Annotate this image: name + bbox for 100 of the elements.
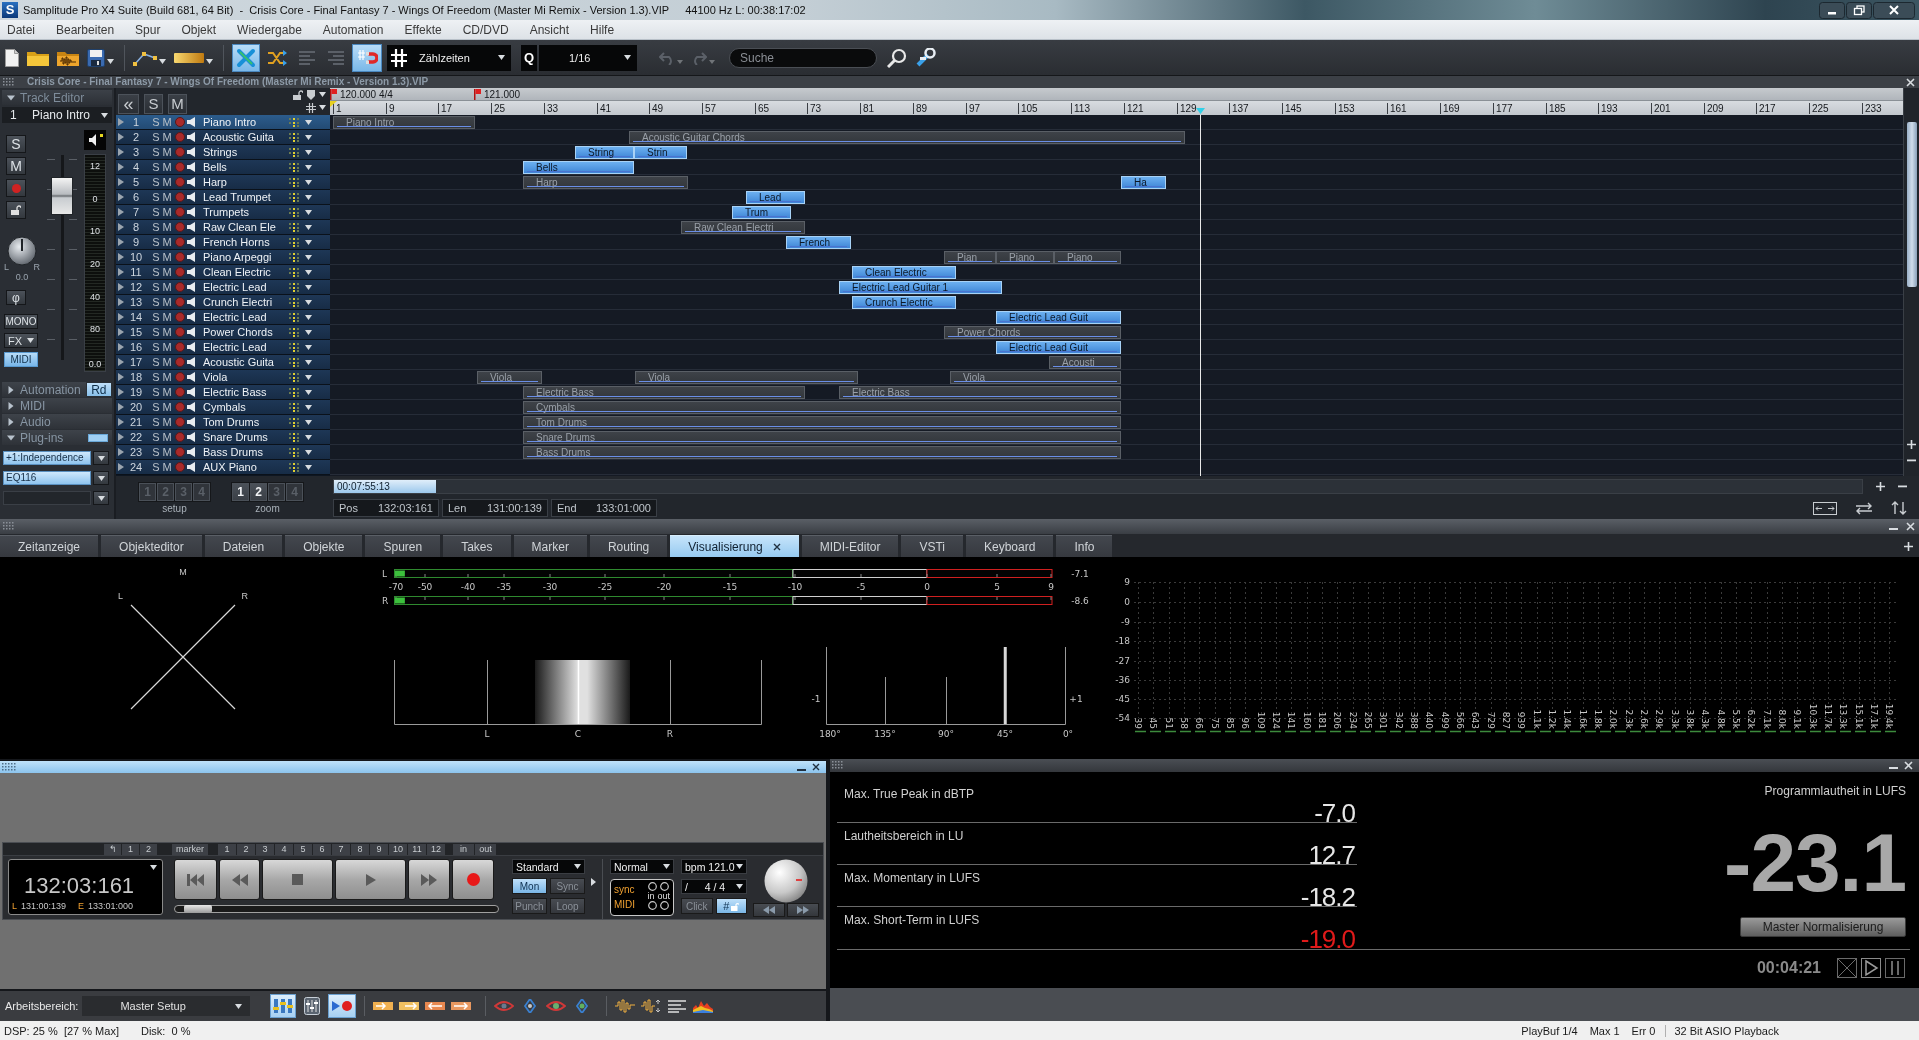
menu-item[interactable]: Objekt bbox=[175, 22, 223, 37]
caret-icon[interactable] bbox=[235, 1003, 243, 1009]
solo-button[interactable]: S bbox=[151, 145, 161, 159]
punch-in-button[interactable]: in bbox=[453, 843, 474, 855]
caret-icon[interactable] bbox=[305, 119, 312, 125]
track-header[interactable]: 24 S M AUX Piano bbox=[116, 460, 330, 475]
marker-button[interactable]: 12 bbox=[427, 843, 445, 855]
clip[interactable]: Trum bbox=[732, 206, 791, 219]
level-dots-icon[interactable] bbox=[288, 446, 300, 458]
play-icon[interactable] bbox=[1861, 958, 1881, 978]
caret-icon[interactable] bbox=[305, 419, 312, 425]
section-header[interactable]: Automation Rd bbox=[2, 382, 112, 397]
tab[interactable]: Info bbox=[1056, 535, 1113, 557]
waveform-arrows-icon[interactable] bbox=[641, 999, 662, 1014]
spectrum-icon[interactable] bbox=[693, 999, 714, 1014]
caret-icon[interactable] bbox=[107, 59, 114, 64]
vertical-scrollbar[interactable] bbox=[1903, 88, 1919, 476]
mute-button[interactable]: M bbox=[162, 115, 172, 129]
position-slider[interactable] bbox=[174, 905, 499, 913]
track-header[interactable]: 4 S M Bells bbox=[116, 160, 330, 175]
zoom-preset-button[interactable]: 2 bbox=[250, 483, 267, 501]
caret-icon[interactable] bbox=[27, 338, 34, 343]
caret-icon[interactable] bbox=[305, 269, 312, 275]
pause-icon[interactable] bbox=[1885, 958, 1905, 978]
level-dots-icon[interactable] bbox=[288, 206, 300, 218]
track-header[interactable]: 5 S M Harp bbox=[116, 175, 330, 190]
solo-button[interactable]: S bbox=[151, 430, 161, 444]
track-header[interactable]: 21 S M Tom Drums bbox=[116, 415, 330, 430]
cross-tool-button[interactable] bbox=[232, 43, 260, 72]
mute-button[interactable]: M bbox=[162, 340, 172, 354]
clip[interactable]: Viola bbox=[477, 371, 542, 384]
level-dots-icon[interactable] bbox=[288, 371, 300, 383]
caret-icon[interactable] bbox=[319, 92, 326, 97]
triangle-right-icon[interactable] bbox=[7, 401, 15, 410]
midi-button[interactable]: MIDI bbox=[4, 352, 38, 367]
tab[interactable]: Visualisierung bbox=[670, 535, 799, 557]
tab[interactable]: Spuren bbox=[365, 535, 441, 557]
speaker-icon[interactable] bbox=[84, 130, 106, 150]
grip-icon[interactable] bbox=[832, 761, 844, 770]
solo-button[interactable]: S bbox=[151, 130, 161, 144]
mute-button[interactable]: M bbox=[162, 160, 172, 174]
normalize-button[interactable]: Master Normalisierung bbox=[1740, 917, 1906, 937]
level-dots-icon[interactable] bbox=[288, 161, 300, 173]
solo-button[interactable]: S bbox=[151, 250, 161, 264]
caret-icon[interactable] bbox=[305, 329, 312, 335]
record-button[interactable] bbox=[452, 859, 494, 900]
level-dots-icon[interactable] bbox=[288, 221, 300, 233]
menu-item[interactable]: Datei bbox=[1, 22, 41, 37]
track-header[interactable]: 8 S M Raw Clean Ele bbox=[116, 220, 330, 235]
mute-button[interactable]: M bbox=[162, 415, 172, 429]
caret-icon[interactable] bbox=[663, 864, 670, 869]
mono-button[interactable]: MONO bbox=[4, 314, 38, 329]
caret-icon[interactable] bbox=[305, 404, 312, 410]
solo-button[interactable]: S bbox=[151, 400, 161, 414]
clip[interactable]: Bass Drums bbox=[523, 446, 1121, 459]
clip[interactable]: Viola bbox=[950, 371, 1121, 384]
clip[interactable]: Acoustic Guitar Chords bbox=[629, 131, 1185, 144]
clip[interactable]: Acousti bbox=[1049, 356, 1121, 369]
snap-mode-dropdown[interactable]: Zählzeiten bbox=[411, 44, 511, 71]
playback-mode-dropdown[interactable]: Standard bbox=[512, 859, 585, 874]
menu-item[interactable]: Hilfe bbox=[584, 22, 621, 37]
clip[interactable]: Piano bbox=[1054, 251, 1121, 264]
mute-button[interactable]: M bbox=[162, 430, 172, 444]
track-header[interactable]: 12 S M Electric Lead bbox=[116, 280, 330, 295]
grid-lock-button[interactable]: # bbox=[715, 898, 747, 914]
transport-view-button[interactable] bbox=[328, 994, 357, 1019]
solo-all-button[interactable]: S bbox=[144, 94, 163, 114]
effects-button[interactable]: FX bbox=[4, 333, 38, 348]
level-dots-icon[interactable] bbox=[288, 116, 300, 128]
mute-button[interactable]: M bbox=[162, 370, 172, 384]
caret-icon[interactable] bbox=[305, 434, 312, 440]
solo-button[interactable]: S bbox=[151, 445, 161, 459]
pan-knob[interactable] bbox=[7, 236, 37, 266]
close-icon[interactable] bbox=[772, 542, 781, 551]
track-header[interactable]: 3 S M Strings bbox=[116, 145, 330, 160]
tab[interactable]: Routing bbox=[589, 535, 668, 557]
arrows-box-icon[interactable] bbox=[1813, 501, 1837, 515]
tab[interactable]: Zeitanzeige bbox=[0, 535, 99, 557]
level-dots-icon[interactable] bbox=[288, 236, 300, 248]
marker-button[interactable]: 5 bbox=[294, 843, 312, 855]
marker-button[interactable]: 2 bbox=[237, 843, 255, 855]
time-display[interactable]: 132:03:161 L 131:00:139 E 133:01:000 bbox=[8, 859, 163, 915]
solo-button[interactable]: S bbox=[151, 415, 161, 429]
level-dots-icon[interactable] bbox=[288, 176, 300, 188]
grid-icon[interactable] bbox=[387, 44, 411, 71]
zoom-in-icon[interactable] bbox=[1876, 482, 1885, 491]
grip-icon[interactable] bbox=[3, 522, 15, 531]
solo-button[interactable]: S bbox=[151, 190, 161, 204]
clip[interactable]: Pian bbox=[944, 251, 996, 264]
marker-button[interactable]: 4 bbox=[275, 843, 293, 855]
solo-button[interactable]: S bbox=[151, 310, 161, 324]
menu-item[interactable]: Bearbeiten bbox=[50, 22, 121, 37]
caret-icon[interactable] bbox=[305, 284, 312, 290]
level-dots-icon[interactable] bbox=[288, 191, 300, 203]
mute-button[interactable]: M bbox=[162, 250, 172, 264]
marker-icon[interactable] bbox=[306, 89, 316, 100]
triangle-right-icon[interactable] bbox=[7, 417, 15, 426]
tab[interactable]: Objekte bbox=[285, 535, 363, 557]
dropdown-button[interactable] bbox=[93, 451, 109, 465]
solo-button[interactable]: S bbox=[151, 460, 161, 474]
